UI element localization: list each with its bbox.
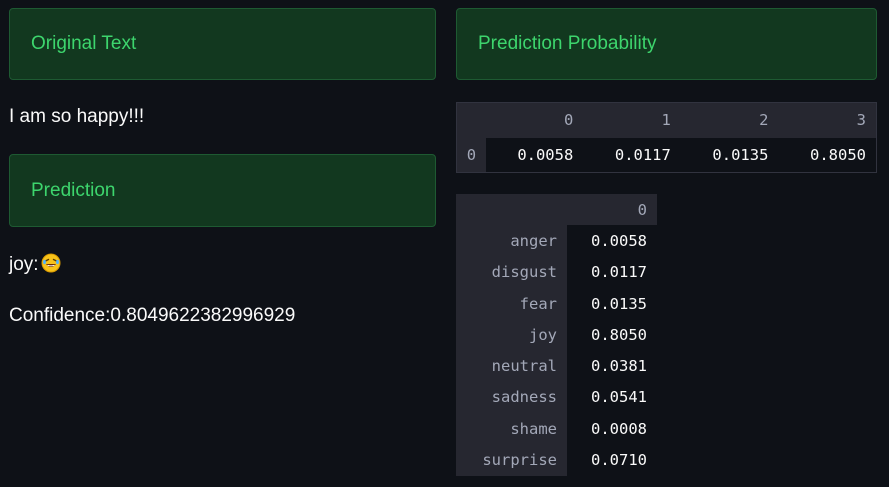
emotion-label-cell: disgust <box>456 256 567 288</box>
app-page: Original Text I am so happy!!! Predictio… <box>0 0 889 487</box>
column-header-cell: 0 <box>485 102 584 138</box>
table-row: anger 0.0058 <box>456 225 657 257</box>
table-row: disgust 0.0117 <box>456 256 657 288</box>
column-header-cell: 3 <box>778 102 877 138</box>
index-header-cell <box>456 102 486 138</box>
table-row: surprise 0.0710 <box>456 444 657 476</box>
emotion-header-row: 0 <box>456 194 657 226</box>
probability-header-row: 0 1 2 3 <box>456 102 877 138</box>
index-header-cell <box>456 194 567 226</box>
table-cell[interactable]: 0.0058 <box>567 225 657 257</box>
table-cell[interactable]: 0.0135 <box>680 137 779 173</box>
column-header-cell: 0 <box>567 194 657 226</box>
table-cell[interactable]: 0.8050 <box>778 137 877 173</box>
prediction-probability-header: Prediction Probability <box>456 8 877 80</box>
table-row: 0 0.0058 0.0117 0.0135 0.8050 <box>456 137 877 173</box>
prediction-result: joy: <box>9 253 61 276</box>
table-row: neutral 0.0381 <box>456 350 657 382</box>
table-row: joy 0.8050 <box>456 319 657 351</box>
original-text-header: Original Text <box>9 8 436 80</box>
prediction-label: joy: <box>9 254 39 275</box>
emotion-label-cell: anger <box>456 225 567 257</box>
laughing-face-emoji-icon <box>41 253 61 273</box>
emotion-label-cell: joy <box>456 319 567 351</box>
original-text-header-label: Original Text <box>31 33 137 54</box>
table-cell[interactable]: 0.0381 <box>567 350 657 382</box>
table-row: shame 0.0008 <box>456 413 657 445</box>
emotion-label-cell: fear <box>456 287 567 320</box>
emotion-label-cell: sadness <box>456 381 567 414</box>
prediction-header-label: Prediction <box>31 179 116 201</box>
prediction-probability-header-label: Prediction Probability <box>478 33 657 54</box>
original-text: I am so happy!!! <box>9 106 145 127</box>
emotion-label-cell: shame <box>456 413 567 445</box>
table-cell[interactable]: 0.0710 <box>567 444 657 476</box>
table-cell[interactable]: 0.8050 <box>567 319 657 351</box>
table-cell[interactable]: 0.0117 <box>567 256 657 288</box>
row-index-cell: 0 <box>456 137 486 173</box>
emotion-probability-dataframe[interactable]: 0 anger 0.0058 disgust 0.0117 fear 0.013… <box>456 194 657 476</box>
table-cell[interactable]: 0.0058 <box>485 137 584 173</box>
table-row: fear 0.0135 <box>456 287 657 320</box>
table-cell[interactable]: 0.0541 <box>567 381 657 414</box>
emotion-label-cell: neutral <box>456 350 567 382</box>
prediction-header: Prediction <box>9 154 436 227</box>
table-cell[interactable]: 0.0008 <box>567 413 657 445</box>
probability-dataframe[interactable]: 0 1 2 3 0 0.0058 0.0117 0.0135 0.8050 <box>456 102 877 173</box>
table-row: sadness 0.0541 <box>456 381 657 414</box>
column-header-cell: 2 <box>680 102 779 138</box>
table-cell[interactable]: 0.0135 <box>567 287 657 320</box>
confidence-text: Confidence:0.8049622382996929 <box>9 305 296 326</box>
column-header-cell: 1 <box>583 102 681 138</box>
emotion-label-cell: surprise <box>456 444 567 476</box>
table-cell[interactable]: 0.0117 <box>583 137 681 173</box>
